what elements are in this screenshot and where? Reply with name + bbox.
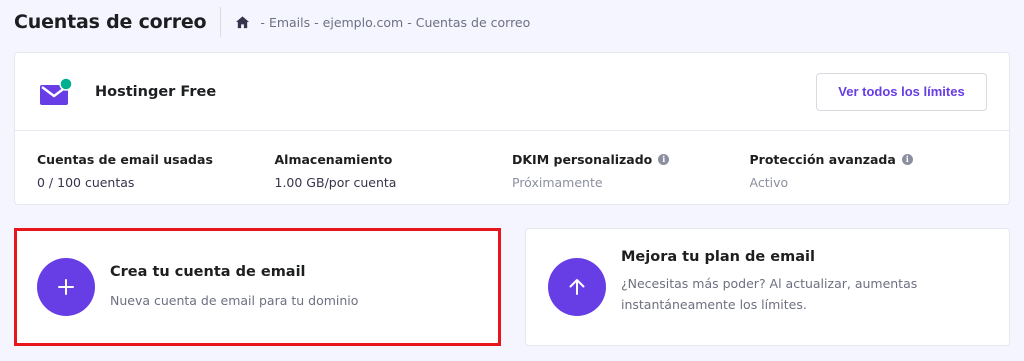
breadcrumb: - Emails - ejemplo.com - Cuentas de corr… xyxy=(235,15,530,30)
page-header: Cuentas de correo - Emails - ejemplo.com… xyxy=(14,0,1010,44)
plan-header: Hostinger Free Ver todos los límites xyxy=(15,53,1009,131)
card-description: ¿Necesitas más poder? Al actualizar, aum… xyxy=(621,276,918,312)
stat-value: Próximamente xyxy=(512,175,603,190)
plus-icon[interactable] xyxy=(37,258,95,316)
stat-storage: Almacenamiento 1.00 GB/por cuenta xyxy=(274,151,513,191)
info-icon[interactable]: i xyxy=(901,153,913,165)
info-icon[interactable]: i xyxy=(658,153,670,165)
stat-label: Protección avanzada xyxy=(749,151,896,167)
envelope-icon xyxy=(37,76,73,108)
view-all-limits-button[interactable]: Ver todos los límites xyxy=(816,72,987,111)
card-text: Crea tu cuenta de email Nueva cuenta de … xyxy=(110,264,358,311)
stat-advanced-protection: Protección avanzada i Activo xyxy=(750,151,988,190)
breadcrumb-separator: - xyxy=(407,14,412,30)
breadcrumb-current: Cuentas de correo xyxy=(415,14,531,30)
card-title: Mejora tu plan de email xyxy=(621,249,815,265)
stat-value: 0 / 100 cuentas xyxy=(37,175,135,190)
stat-label: DKIM personalizado xyxy=(512,151,653,167)
card-description: Nueva cuenta de email para tu dominio xyxy=(110,292,359,308)
stat-value: Activo xyxy=(749,175,789,190)
card-title: Crea tu cuenta de email xyxy=(110,263,306,280)
card-text: Mejora tu plan de email ¿Necesitas más p… xyxy=(621,249,921,315)
stat-label-row: Protección avanzada i xyxy=(750,151,988,167)
plan-stats: Cuentas de email usadas 0 / 100 cuentas … xyxy=(15,131,1009,190)
stat-label: Cuentas de email usadas xyxy=(37,151,213,167)
breadcrumb-separator: - xyxy=(314,14,319,30)
breadcrumb-separator: - xyxy=(260,14,265,30)
breadcrumb-domain[interactable]: ejemplo.com xyxy=(323,15,404,30)
breadcrumb-emails[interactable]: Emails xyxy=(269,15,310,30)
upgrade-email-plan-card[interactable]: Mejora tu plan de email ¿Necesitas más p… xyxy=(525,228,1010,346)
arrow-up-icon[interactable] xyxy=(548,258,606,316)
plan-name: Hostinger Free xyxy=(95,83,217,100)
plan-card: Hostinger Free Ver todos los límites Cue… xyxy=(14,52,1010,205)
page-title: Cuentas de correo xyxy=(14,7,222,37)
stat-label: Almacenamiento xyxy=(274,151,393,167)
create-email-account-card[interactable]: Crea tu cuenta de email Nueva cuenta de … xyxy=(14,228,501,346)
stat-email-accounts: Cuentas de email usadas 0 / 100 cuentas xyxy=(37,151,275,191)
home-icon[interactable] xyxy=(235,15,250,30)
stat-dkim: DKIM personalizado i Próximamente xyxy=(512,151,750,190)
stat-label-row: DKIM personalizado i xyxy=(512,151,750,167)
stat-value: 1.00 GB/por cuenta xyxy=(274,175,397,190)
